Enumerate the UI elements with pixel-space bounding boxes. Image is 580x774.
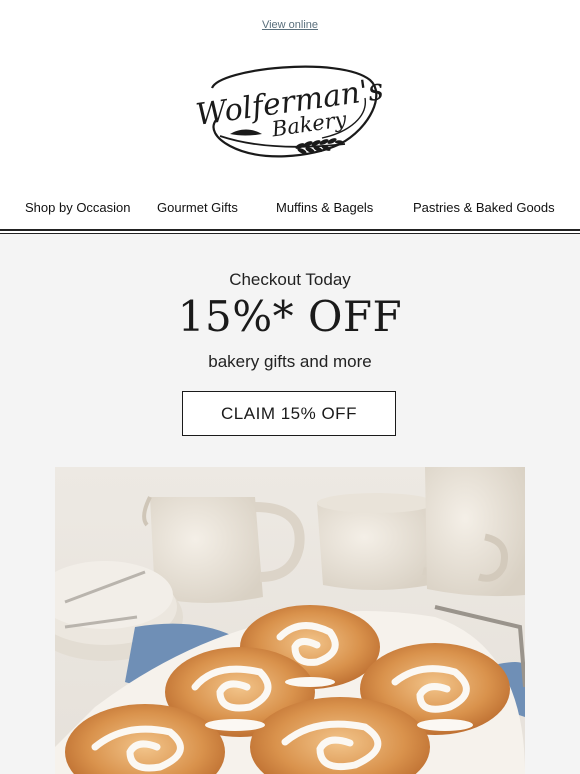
logo-leaf	[230, 129, 262, 136]
nav-shop-by-occasion[interactable]: Shop by Occasion	[25, 200, 131, 215]
promo-section: Checkout Today 15%* OFF bakery gifts and…	[0, 234, 580, 774]
promo-kicker: Checkout Today	[229, 270, 351, 289]
cinnamon-rolls-photo[interactable]	[55, 467, 525, 774]
divider-thick	[0, 229, 580, 231]
view-online-link[interactable]: View online	[0, 19, 580, 31]
category-nav: Shop by Occasion Gourmet Gifts Muffins &…	[0, 200, 580, 218]
nav-pastries-baked-goods[interactable]: Pastries & Baked Goods	[413, 200, 555, 215]
claim-offer-button[interactable]: CLAIM 15% OFF	[182, 391, 396, 436]
promo-headline: 15%* OFF	[177, 292, 403, 341]
nav-muffins-bagels[interactable]: Muffins & Bagels	[276, 200, 373, 215]
wolfermans-bakery-logo[interactable]: Wolferman's Bakery	[190, 58, 390, 166]
email-header: View online Wolferman's Bakery Shop by O…	[0, 0, 580, 234]
nav-gourmet-gifts[interactable]: Gourmet Gifts	[157, 200, 238, 215]
promo-subline: bakery gifts and more	[208, 352, 372, 371]
